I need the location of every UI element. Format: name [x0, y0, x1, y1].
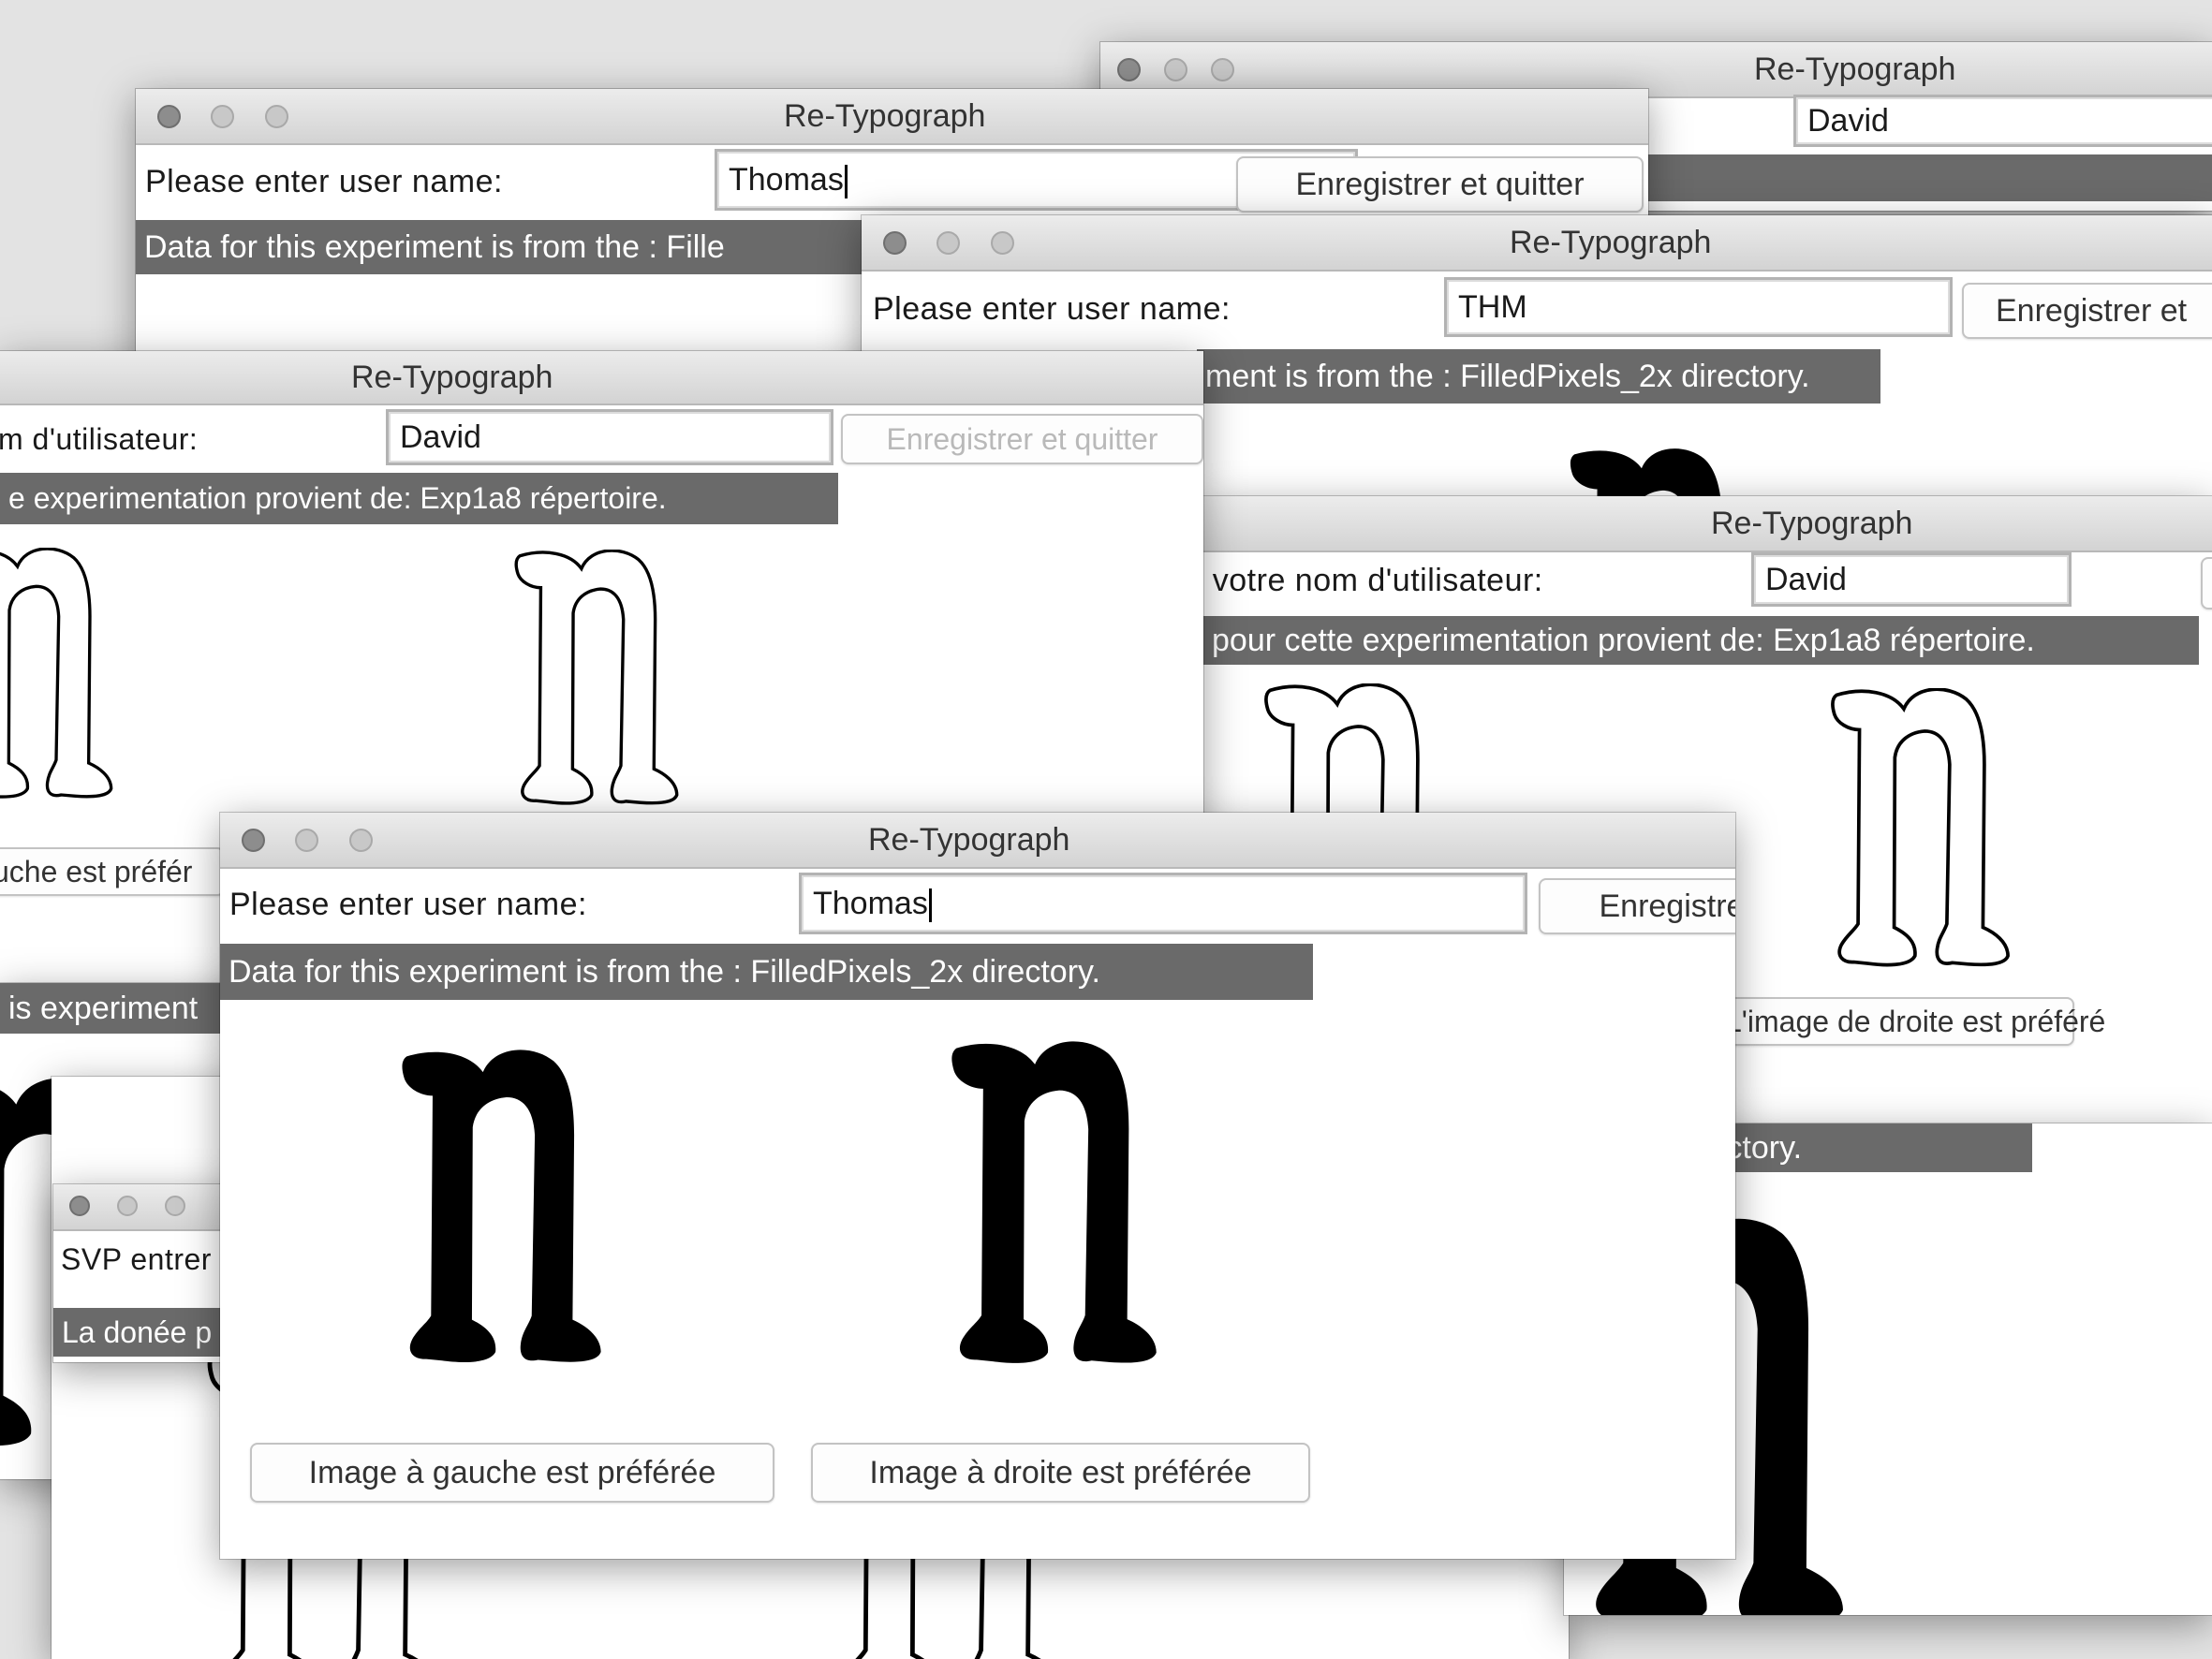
data-source-banner: ment is from the : FilledPixels_2x direc… [1197, 349, 1880, 404]
minimize-button[interactable] [1164, 58, 1187, 81]
username-label: m d'utilisateur: [0, 422, 199, 456]
window-title: Re-Typograph [784, 98, 986, 134]
zoom-button[interactable] [991, 231, 1014, 255]
zoom-button[interactable] [1211, 58, 1234, 81]
username-field[interactable]: David [1793, 95, 2212, 147]
window-title: Re-Typograph [1754, 51, 1956, 87]
window-title: Re-Typograph [868, 822, 1070, 858]
window-title: Re-Typograph [351, 360, 553, 395]
save-quit-button[interactable]: Enregistrer et quitter [1539, 878, 1735, 934]
window-7: Re-Typograph Please enter user name: Tho… [220, 813, 1735, 1559]
close-button[interactable] [157, 105, 181, 128]
username-field[interactable]: Thomas [799, 873, 1527, 934]
username-field[interactable]: David [1751, 552, 2072, 607]
save-quit-button[interactable]: Enregistrer et quitter [841, 414, 1203, 464]
data-source-banner: pour cette experimentation provient de: … [1203, 616, 2199, 665]
username-label: r votre nom d'utilisateur: [1203, 563, 1543, 598]
letter-outline-right [514, 550, 679, 805]
minimize-button[interactable] [295, 829, 318, 852]
zoom-button[interactable] [165, 1196, 185, 1216]
username-label: Please enter user name: [873, 291, 1231, 327]
close-button[interactable] [883, 231, 907, 255]
close-button[interactable] [1117, 58, 1141, 81]
title-bar [1203, 496, 2212, 552]
window-title: Re-Typograph [1510, 225, 1712, 260]
data-source-banner: e experimentation provient de: Exp1a8 ré… [0, 473, 838, 524]
data-source-banner: Data for this experiment is from the : F… [220, 944, 1313, 1000]
username-field[interactable]: THM [1444, 277, 1953, 337]
minimize-button[interactable] [936, 231, 960, 255]
close-button[interactable] [242, 829, 265, 852]
close-button[interactable] [69, 1196, 90, 1216]
zoom-button[interactable] [265, 105, 288, 128]
letter-glyph-left [402, 1050, 601, 1363]
minimize-button[interactable] [117, 1196, 138, 1216]
username-field[interactable]: David [386, 409, 833, 465]
letter-outline-left [0, 548, 113, 799]
right-preferred-button[interactable]: L'image de droite est préféré [1723, 997, 2105, 1046]
left-preferred-button[interactable]: uche est préfér [0, 847, 225, 896]
title-bar [0, 351, 1203, 405]
letter-glyph-right [951, 1041, 1157, 1363]
letter-outline-right [1831, 688, 2010, 967]
minimize-button[interactable] [211, 105, 234, 128]
text-caret [928, 888, 932, 923]
save-quit-button[interactable] [2201, 557, 2212, 609]
save-quit-button[interactable]: Enregistrer et quitter [1236, 156, 1644, 213]
text-caret [844, 165, 848, 199]
right-preferred-button[interactable]: Image à droite est préférée [811, 1443, 1310, 1503]
username-label: Please enter user name: [229, 887, 587, 922]
username-label: SVP entrer [61, 1242, 212, 1276]
username-value: Thomas [813, 886, 928, 921]
left-preferred-button[interactable]: Image à gauche est préférée [250, 1443, 774, 1503]
window-title: Re-Typograph [1711, 506, 1913, 541]
username-value: Thomas [729, 162, 844, 198]
username-label: Please enter user name: [145, 164, 503, 199]
zoom-button[interactable] [349, 829, 373, 852]
save-quit-button[interactable]: Enregistrer et [1962, 283, 2212, 339]
data-source-banner: Data for this experiment is from the : F… [136, 220, 866, 274]
